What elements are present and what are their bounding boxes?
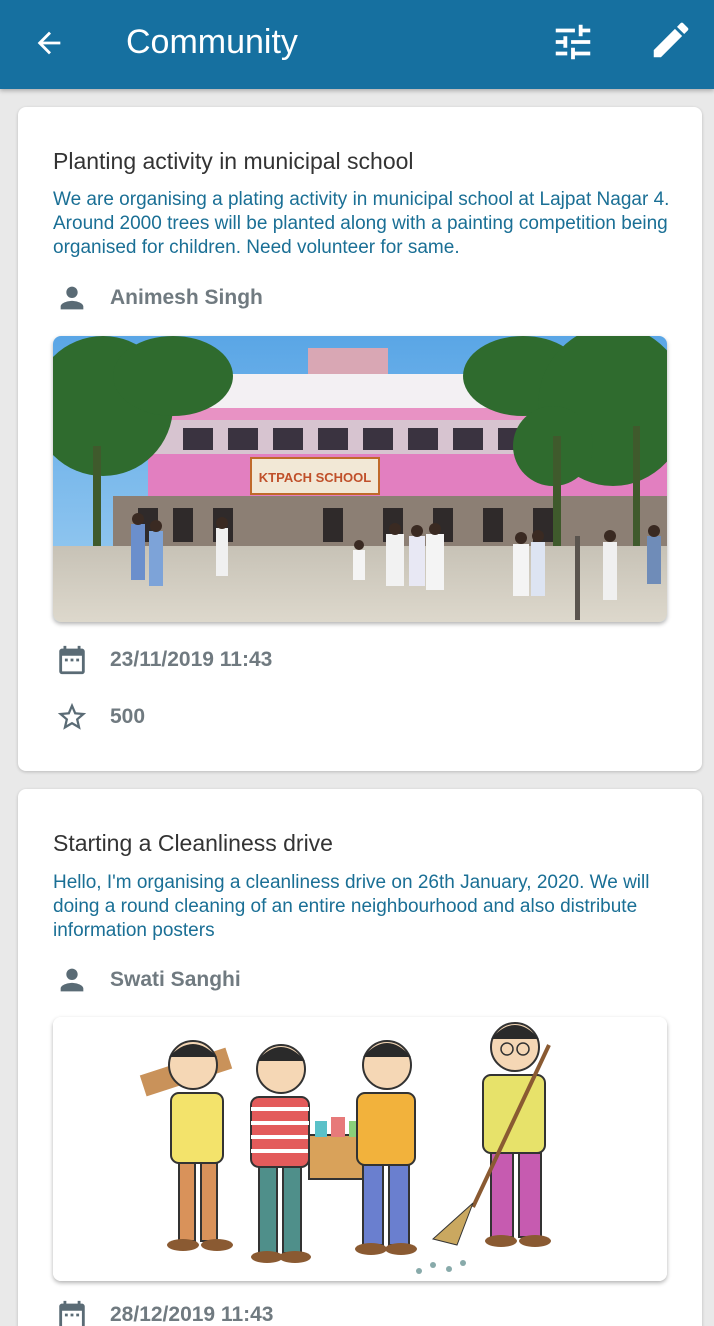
post-card[interactable]: Planting activity in municipal school We… [18,107,702,771]
post-date: 23/11/2019 11:43 [53,642,272,678]
pencil-icon [653,22,689,58]
post-stars[interactable]: 500 [53,699,145,735]
post-author: Swati Sanghi [53,962,241,998]
post-title: Planting activity in municipal school [53,148,414,174]
author-name: Animesh Singh [110,286,263,309]
edit-button[interactable] [646,14,696,66]
post-author: Animesh Singh [53,280,263,316]
arrow-back-icon [37,31,61,55]
filter-button[interactable] [548,18,598,66]
page-title: Community [126,23,298,61]
calendar-icon [53,642,91,678]
post-image[interactable]: KTPACH SCHOOL [53,336,667,622]
post-title: Starting a Cleanliness drive [53,830,333,856]
post-image[interactable] [53,1017,667,1281]
author-name: Swati Sanghi [110,968,241,991]
date-text: 23/11/2019 11:43 [110,648,273,671]
person-icon [53,962,91,998]
post-description: Hello, I'm organising a cleanliness driv… [53,872,650,941]
back-button[interactable] [26,20,72,66]
star-outline-icon[interactable] [53,699,91,735]
post-description: We are organising a plating activity in … [53,189,670,258]
app-bar: Community [0,0,714,89]
star-count: 500 [110,705,146,728]
calendar-icon [53,1297,91,1326]
community-feed[interactable]: Planting activity in municipal school We… [0,89,714,1326]
person-icon [53,280,91,316]
school-sign: KTPACH SCHOOL [259,470,371,485]
post-card[interactable]: Starting a Cleanliness drive Hello, I'm … [18,789,702,1326]
date-text: 28/12/2019 11:43 [110,1303,274,1326]
post-date: 28/12/2019 11:43 [53,1297,274,1326]
tune-icon [555,24,591,60]
